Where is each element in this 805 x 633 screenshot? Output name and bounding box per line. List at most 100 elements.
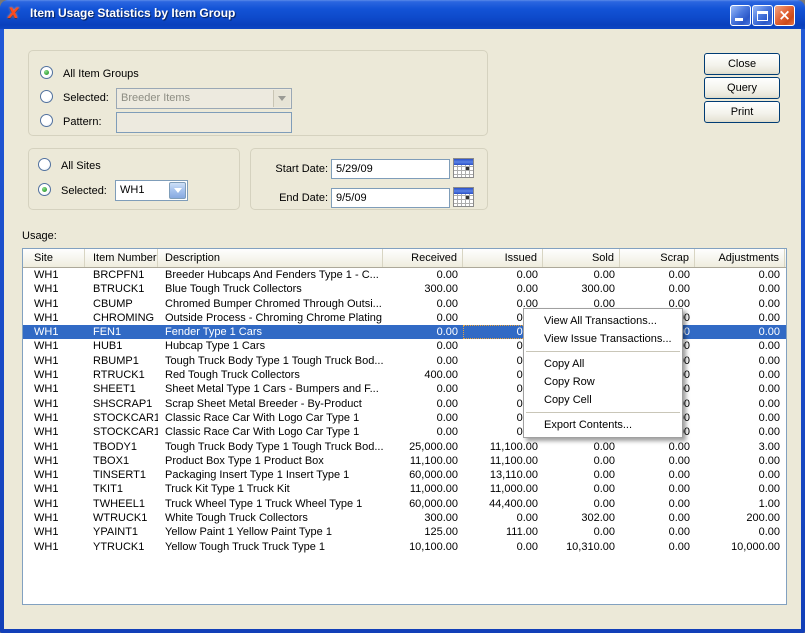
table-cell[interactable]: CBUMP bbox=[85, 297, 158, 311]
radio-all-sites[interactable] bbox=[38, 158, 51, 171]
table-cell[interactable]: 0.00 bbox=[620, 511, 695, 525]
column-header[interactable]: Scrap bbox=[620, 249, 695, 267]
radio-pattern[interactable] bbox=[40, 114, 53, 127]
titlebar[interactable]: X Item Usage Statistics by Item Group × bbox=[0, 0, 805, 29]
table-cell[interactable]: WH1 bbox=[23, 511, 85, 525]
maximize-button[interactable] bbox=[752, 5, 773, 26]
calendar-icon[interactable] bbox=[453, 187, 474, 207]
table-cell[interactable]: 0.00 bbox=[383, 325, 463, 339]
table-cell[interactable]: WH1 bbox=[23, 454, 85, 468]
table-row[interactable]: WH1YTRUCK1Yellow Tough Truck Truck Type … bbox=[23, 540, 786, 554]
usage-table-header[interactable]: SiteItem NumberDescriptionReceivedIssued… bbox=[23, 249, 786, 268]
table-row[interactable]: WH1TBODY1Tough Truck Body Type 1 Tough T… bbox=[23, 440, 786, 454]
table-cell[interactable]: 13,110.00 bbox=[463, 468, 543, 482]
table-cell[interactable]: 0.00 bbox=[383, 311, 463, 325]
table-cell[interactable]: 25,000.00 bbox=[383, 440, 463, 454]
table-cell[interactable]: 0.00 bbox=[620, 482, 695, 496]
table-cell[interactable]: WH1 bbox=[23, 440, 85, 454]
minimize-button[interactable] bbox=[730, 5, 751, 26]
table-cell[interactable]: 125.00 bbox=[383, 525, 463, 539]
table-cell[interactable]: 0.00 bbox=[383, 425, 463, 439]
menu-item[interactable]: Copy Row bbox=[524, 373, 682, 391]
table-row[interactable]: WH1BTRUCK1Blue Tough Truck Collectors 300… bbox=[23, 282, 786, 296]
site-combobox[interactable]: WH1 bbox=[115, 180, 188, 201]
table-cell[interactable]: 0.00 bbox=[543, 525, 620, 539]
table-cell[interactable]: YTRUCK1 bbox=[85, 540, 158, 554]
table-cell[interactable]: TINSERT1 bbox=[85, 468, 158, 482]
table-cell[interactable]: 0.00 bbox=[695, 354, 785, 368]
table-cell[interactable]: Blue Tough Truck Collectors bbox=[158, 282, 383, 296]
table-cell[interactable]: WH1 bbox=[23, 282, 85, 296]
table-row[interactable]: WH1YPAINT1Yellow Paint 1 Yellow Paint Ty… bbox=[23, 525, 786, 539]
table-row[interactable]: WH1WTRUCK1White Tough Truck Collectors30… bbox=[23, 511, 786, 525]
table-row[interactable]: WH1TBOX1Product Box Type 1 Product Box11… bbox=[23, 454, 786, 468]
column-header[interactable]: Issued bbox=[463, 249, 543, 267]
table-cell[interactable]: 0.00 bbox=[695, 311, 785, 325]
table-cell[interactable]: Packaging Insert Type 1 Insert Type 1 bbox=[158, 468, 383, 482]
table-cell[interactable]: CHROMING bbox=[85, 311, 158, 325]
table-cell[interactable]: 0.00 bbox=[383, 297, 463, 311]
table-cell[interactable]: 60,000.00 bbox=[383, 468, 463, 482]
table-cell[interactable]: White Tough Truck Collectors bbox=[158, 511, 383, 525]
table-cell[interactable]: WH1 bbox=[23, 268, 85, 282]
table-cell[interactable]: RTRUCK1 bbox=[85, 368, 158, 382]
table-cell[interactable]: 0.00 bbox=[383, 354, 463, 368]
table-cell[interactable]: WH1 bbox=[23, 411, 85, 425]
table-cell[interactable]: 0.00 bbox=[695, 297, 785, 311]
radio-selected-group[interactable] bbox=[40, 90, 53, 103]
table-cell[interactable]: Product Box Type 1 Product Box bbox=[158, 454, 383, 468]
table-cell[interactable]: 0.00 bbox=[695, 382, 785, 396]
table-cell[interactable]: 0.00 bbox=[695, 411, 785, 425]
table-cell[interactable]: 11,100.00 bbox=[463, 454, 543, 468]
table-cell[interactable]: YPAINT1 bbox=[85, 525, 158, 539]
menu-item[interactable]: Export Contents... bbox=[524, 416, 682, 434]
table-cell[interactable]: Truck Kit Type 1 Truck Kit bbox=[158, 482, 383, 496]
table-cell[interactable]: 0.00 bbox=[620, 282, 695, 296]
table-cell[interactable]: Yellow Tough Truck Truck Type 1 bbox=[158, 540, 383, 554]
table-cell[interactable]: Sheet Metal Type 1 Cars - Bumpers and F.… bbox=[158, 382, 383, 396]
table-cell[interactable]: 0.00 bbox=[620, 525, 695, 539]
table-cell[interactable]: WH1 bbox=[23, 368, 85, 382]
table-cell[interactable]: Yellow Paint 1 Yellow Paint Type 1 bbox=[158, 525, 383, 539]
table-cell[interactable]: Breeder Hubcaps And Fenders Type 1 - C..… bbox=[158, 268, 383, 282]
table-cell[interactable]: 0.00 bbox=[383, 268, 463, 282]
table-cell[interactable]: WH1 bbox=[23, 354, 85, 368]
table-cell[interactable]: SHSCRAP1 bbox=[85, 397, 158, 411]
table-cell[interactable]: STOCKCAR1 bbox=[85, 425, 158, 439]
table-row[interactable]: WH1TINSERT1Packaging Insert Type 1 Inser… bbox=[23, 468, 786, 482]
table-cell[interactable]: WH1 bbox=[23, 468, 85, 482]
table-cell[interactable]: 0.00 bbox=[695, 325, 785, 339]
table-cell[interactable]: BRCPFN1 bbox=[85, 268, 158, 282]
table-cell[interactable]: 11,100.00 bbox=[463, 440, 543, 454]
table-cell[interactable]: TKIT1 bbox=[85, 482, 158, 496]
table-cell[interactable]: 0.00 bbox=[620, 454, 695, 468]
print-button[interactable]: Print bbox=[704, 101, 780, 123]
table-cell[interactable]: WH1 bbox=[23, 525, 85, 539]
table-cell[interactable]: Hubcap Type 1 Cars bbox=[158, 339, 383, 353]
table-cell[interactable]: 0.00 bbox=[383, 382, 463, 396]
table-cell[interactable]: Classic Race Car With Logo Car Type 1 bbox=[158, 411, 383, 425]
table-cell[interactable]: 10,100.00 bbox=[383, 540, 463, 554]
table-cell[interactable]: WH1 bbox=[23, 540, 85, 554]
table-cell[interactable]: 300.00 bbox=[543, 282, 620, 296]
table-cell[interactable]: 0.00 bbox=[543, 440, 620, 454]
table-cell[interactable]: 10,000.00 bbox=[695, 540, 785, 554]
table-cell[interactable]: 0.00 bbox=[383, 339, 463, 353]
query-button[interactable]: Query bbox=[704, 77, 780, 99]
table-cell[interactable]: 0.00 bbox=[543, 468, 620, 482]
table-row[interactable]: WH1TWHEEL1Truck Wheel Type 1 Truck Wheel… bbox=[23, 497, 786, 511]
table-cell[interactable]: 0.00 bbox=[695, 525, 785, 539]
table-cell[interactable]: WH1 bbox=[23, 339, 85, 353]
table-cell[interactable]: Scrap Sheet Metal Breeder - By-Product bbox=[158, 397, 383, 411]
table-cell[interactable]: WH1 bbox=[23, 497, 85, 511]
table-cell[interactable]: 0.00 bbox=[695, 368, 785, 382]
column-header[interactable]: Adjustments bbox=[695, 249, 785, 267]
table-row[interactable]: WH1TKIT1Truck Kit Type 1 Truck Kit11,000… bbox=[23, 482, 786, 496]
table-cell[interactable]: BTRUCK1 bbox=[85, 282, 158, 296]
table-cell[interactable]: 0.00 bbox=[695, 268, 785, 282]
column-header[interactable]: Site bbox=[23, 249, 85, 267]
radio-all-item-groups[interactable] bbox=[40, 66, 53, 79]
chevron-down-icon[interactable] bbox=[169, 182, 186, 199]
table-cell[interactable]: 1.00 bbox=[695, 497, 785, 511]
table-cell[interactable]: 11,000.00 bbox=[463, 482, 543, 496]
